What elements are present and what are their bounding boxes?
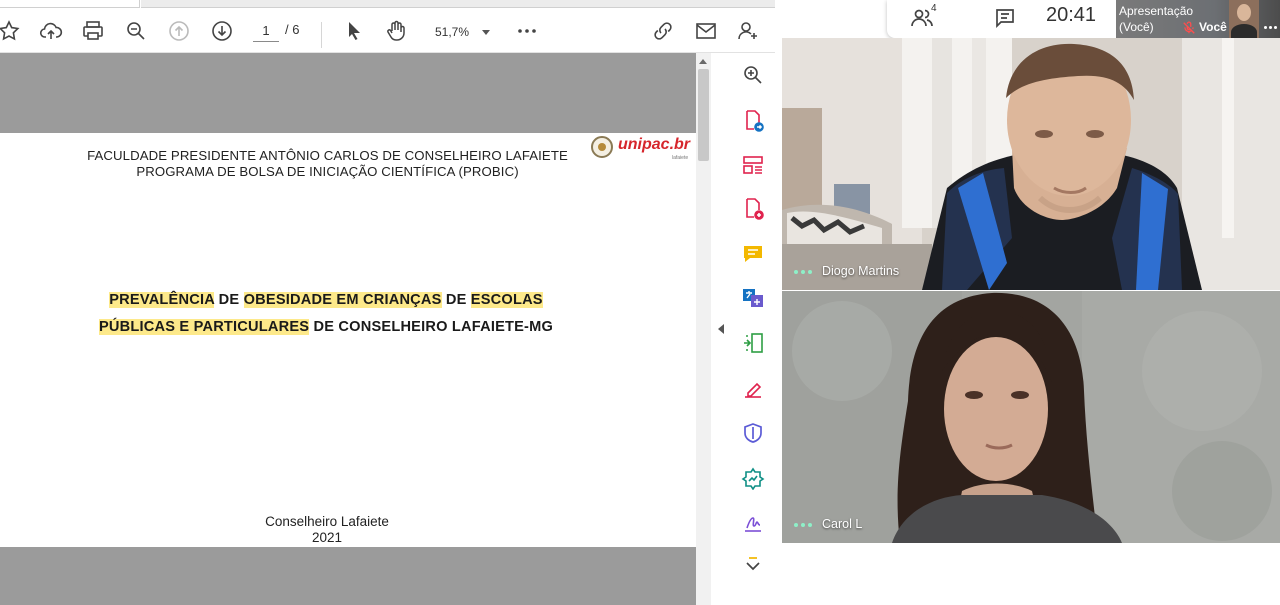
zoom-value: 51,7% <box>435 25 470 39</box>
cloud-upload-icon[interactable] <box>38 18 64 44</box>
self-preview-tile[interactable]: Apresentação (Você) Você <box>1116 0 1280 38</box>
doc-city: Conselheiro Lafaiete <box>265 514 389 529</box>
participant-name: Carol L <box>822 517 863 531</box>
unipac-logo: unipac.br lafaiete <box>590 135 692 163</box>
comment-icon[interactable] <box>739 240 767 268</box>
title-text: DE CONSELHEIRO LAFAIETE-MG <box>309 319 554 335</box>
select-cursor-icon[interactable] <box>341 18 367 44</box>
screen: / 6 51,7% <box>0 0 1280 605</box>
page-total: / 6 <box>285 22 300 37</box>
link-icon[interactable] <box>650 18 676 44</box>
chevron-left-icon <box>717 324 724 334</box>
fill-sign-icon[interactable] <box>739 375 767 403</box>
signature-icon[interactable] <box>739 509 767 537</box>
more-tools-icon[interactable] <box>739 552 767 580</box>
tab-strip <box>0 0 775 8</box>
title-text: DE <box>441 292 471 308</box>
meet-window: 4 20:41 Apresentação (Você) Você Diogo M… <box>775 0 1280 605</box>
title-highlight: ESCOLAS <box>470 292 543 308</box>
create-pdf-icon[interactable] <box>739 195 767 223</box>
zoom-icon[interactable] <box>739 61 767 89</box>
chat-icon[interactable] <box>990 5 1020 31</box>
tab-strip-background <box>141 0 775 8</box>
active-tab-edge[interactable] <box>0 0 140 8</box>
print-icon[interactable] <box>80 18 106 44</box>
more-icon[interactable] <box>794 522 812 528</box>
doc-header-line-1: FACULDADE PRESIDENTE ANTÔNIO CARLOS DE C… <box>87 148 568 163</box>
pdf-page: FACULDADE PRESIDENTE ANTÔNIO CARLOS DE C… <box>0 133 696 547</box>
self-video <box>1229 0 1259 38</box>
more-icon[interactable] <box>1264 26 1278 30</box>
title-highlight: PREVALÊNCIA <box>109 292 215 308</box>
participant-video-diogo <box>782 38 1280 290</box>
more-icon[interactable] <box>514 18 540 44</box>
self-label-presentation: Apresentação <box>1119 4 1194 18</box>
zoom-out-icon[interactable] <box>123 18 149 44</box>
participant-tile[interactable]: Carol L <box>782 291 1280 543</box>
seal-icon <box>591 136 613 158</box>
tools-rail <box>730 53 775 605</box>
send-icon[interactable] <box>739 464 767 492</box>
meeting-clock: 20:41 <box>1046 4 1097 26</box>
organize-pages-icon[interactable] <box>739 151 767 179</box>
logo-text: unipac.br <box>618 136 691 153</box>
scroll-up-icon[interactable] <box>699 59 707 64</box>
translate-icon[interactable] <box>739 284 767 312</box>
participant-video-carol <box>782 291 1280 543</box>
page-number-input[interactable] <box>253 20 279 42</box>
participant-name: Diogo Martins <box>822 264 900 278</box>
self-label-you: Você <box>1199 20 1227 34</box>
pdf-viewer: / 6 51,7% <box>0 0 775 605</box>
doc-header-line-2: PROGRAMA DE BOLSA DE INICIAÇÃO CIENTÍFIC… <box>136 164 519 179</box>
page-down-icon[interactable] <box>209 18 235 44</box>
logo-subtitle: lafaiete <box>672 155 689 161</box>
meet-top-bar: 4 20:41 Apresentação (Você) Você <box>887 0 1280 38</box>
doc-title-line-2: PÚBLICAS E PARTICULARES DE CONSELHEIRO L… <box>0 319 652 335</box>
star-icon[interactable] <box>0 18 22 44</box>
vertical-scrollbar[interactable] <box>696 53 711 605</box>
title-highlight: OBESIDADE EM CRIANÇAS <box>243 292 442 308</box>
collapse-panel-handle[interactable] <box>711 53 730 605</box>
hand-tool-icon[interactable] <box>383 18 409 44</box>
page-up-icon[interactable] <box>166 18 192 44</box>
title-highlight: PÚBLICAS E PARTICULARES <box>98 319 310 335</box>
compress-icon[interactable] <box>739 329 767 357</box>
pdf-toolbar: / 6 51,7% <box>0 8 775 53</box>
self-label-you-paren: (Você) <box>1119 20 1154 34</box>
mic-off-icon <box>1180 20 1197 36</box>
title-text: DE <box>214 292 244 308</box>
export-pdf-icon[interactable] <box>739 107 767 135</box>
zoom-dropdown[interactable]: 51,7% <box>428 20 498 44</box>
doc-year: 2021 <box>311 530 343 545</box>
document-viewport[interactable]: FACULDADE PRESIDENTE ANTÔNIO CARLOS DE C… <box>0 53 696 605</box>
scroll-thumb[interactable] <box>698 69 709 161</box>
add-user-icon[interactable] <box>735 18 761 44</box>
participant-tile[interactable]: Diogo Martins <box>782 38 1280 290</box>
doc-title-line-1: PREVALÊNCIA DE OBESIDADE EM CRIANÇAS DE … <box>0 292 652 308</box>
chevron-down-icon <box>482 29 490 35</box>
protect-icon[interactable] <box>739 419 767 447</box>
more-icon[interactable] <box>794 269 812 275</box>
people-count: 4 <box>931 3 937 14</box>
toolbar-divider <box>321 22 322 48</box>
mail-icon[interactable] <box>693 18 719 44</box>
